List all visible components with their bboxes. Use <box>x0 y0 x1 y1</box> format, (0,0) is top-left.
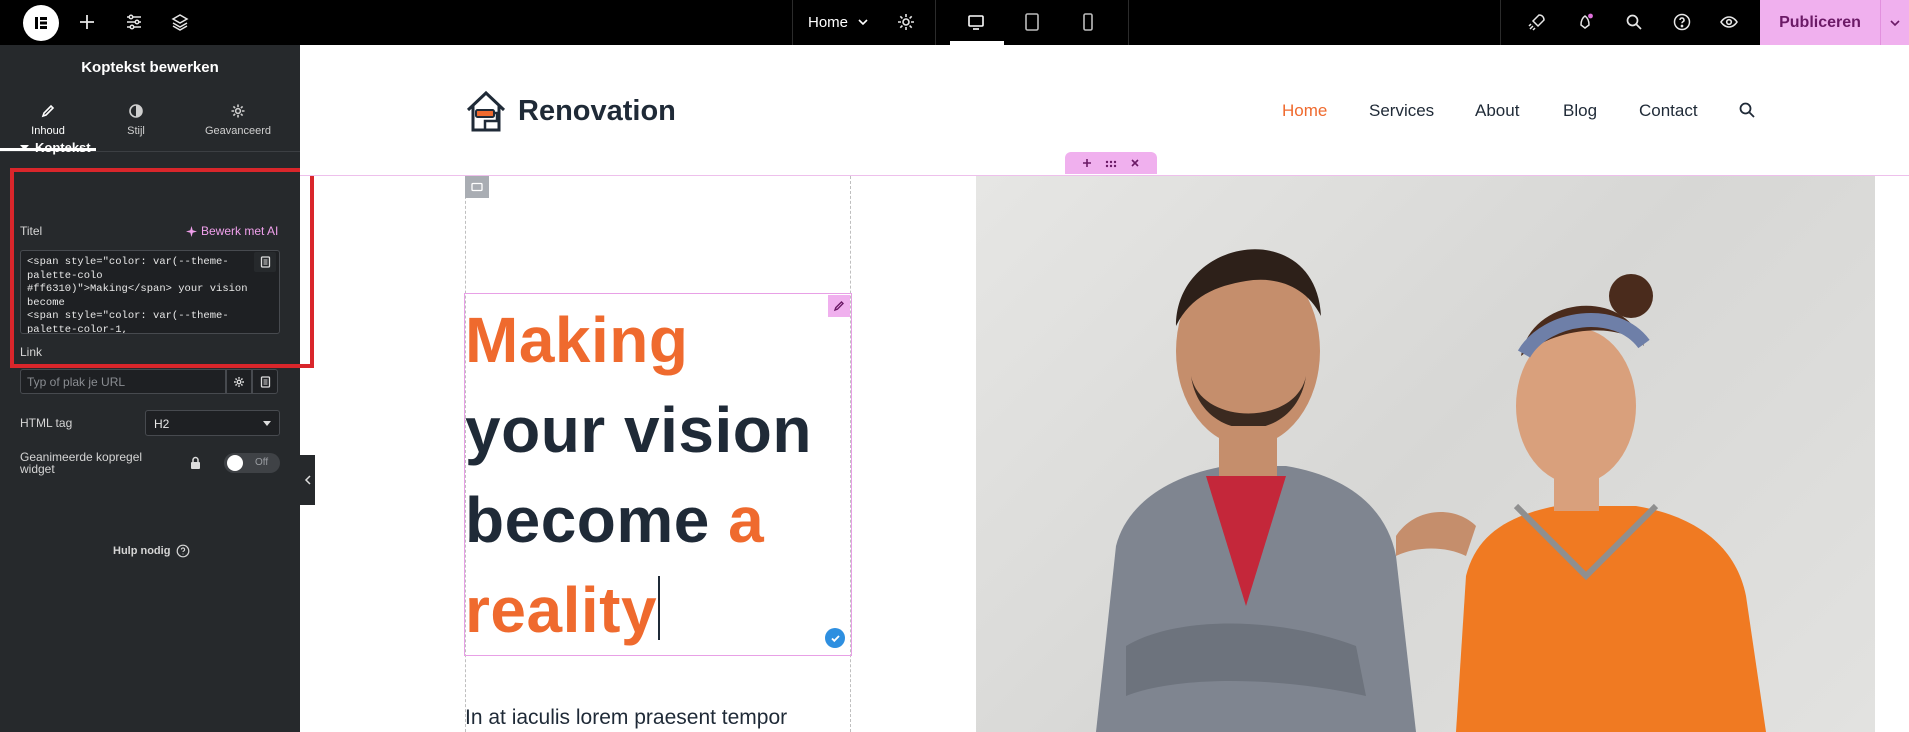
link-settings-gear-icon[interactable] <box>226 369 252 394</box>
edit-widget-pencil-icon[interactable] <box>828 295 850 317</box>
help-link[interactable]: Hulp nodig <box>113 544 190 558</box>
help-icon[interactable] <box>1667 8 1697 36</box>
search-icon[interactable] <box>1738 101 1756 124</box>
tab-style-label: Stijl <box>127 125 145 137</box>
nav-about[interactable]: About <box>1475 101 1519 121</box>
notifications-icon[interactable] <box>1570 8 1600 36</box>
lock-icon <box>189 456 202 475</box>
heading-part-a: a <box>728 484 765 556</box>
animated-headline-label: Geanimeerde kopregel widget <box>20 450 143 476</box>
section-handle <box>1065 152 1157 174</box>
link-dynamic-tags-icon[interactable] <box>252 369 278 394</box>
check-badge-icon <box>825 628 845 648</box>
search-icon[interactable] <box>1619 8 1649 36</box>
html-tag-label: HTML tag <box>20 416 73 430</box>
page-selector[interactable]: Home <box>808 10 870 34</box>
heading-part-vision: your vision <box>465 394 812 466</box>
animated-headline-toggle[interactable]: Off <box>224 453 280 473</box>
panel-collapse-button[interactable] <box>300 455 315 505</box>
house-roller-icon <box>466 90 506 132</box>
heading-part-become: become <box>465 484 729 556</box>
publish-button[interactable]: Publiceren <box>1760 0 1909 45</box>
editor-top-bar: Home Publiceren <box>0 0 1909 45</box>
page-name: Home <box>808 13 849 31</box>
chevron-down-icon <box>858 19 868 26</box>
tab-content-label: Inhoud <box>31 125 65 137</box>
caret-down-icon <box>263 421 271 426</box>
rocket-icon[interactable] <box>1522 8 1552 36</box>
sliders-icon[interactable] <box>119 8 149 36</box>
publish-label: Publiceren <box>1779 13 1861 31</box>
chevron-down-icon[interactable] <box>1881 16 1909 30</box>
annotation-highlight-box <box>10 168 314 368</box>
nav-services[interactable]: Services <box>1369 101 1434 121</box>
nav-blog[interactable]: Blog <box>1563 101 1597 121</box>
pencil-icon <box>0 103 96 119</box>
tablet-icon[interactable] <box>1017 8 1047 36</box>
gear-icon <box>190 103 286 119</box>
caret-down-icon <box>20 145 29 150</box>
plus-icon[interactable] <box>72 8 102 36</box>
toggle-state: Off <box>255 457 269 468</box>
tab-advanced[interactable]: Geavanceerd <box>190 103 286 137</box>
hero-body-text: In at iaculis lorem praesent tempor <box>465 706 788 729</box>
html-tag-select[interactable]: H2 <box>145 410 280 436</box>
nav-contact[interactable]: Contact <box>1639 101 1698 121</box>
half-circle-icon <box>88 103 184 119</box>
tab-style[interactable]: Stijl <box>88 103 184 137</box>
html-tag-value: H2 <box>154 417 170 431</box>
mobile-icon[interactable] <box>1073 8 1103 36</box>
preview-eye-icon[interactable] <box>1714 8 1744 36</box>
desktop-icon[interactable] <box>961 8 991 36</box>
chevron-left-icon <box>304 475 311 485</box>
brand-name: Renovation <box>518 94 676 127</box>
column-handle-icon[interactable] <box>465 176 489 198</box>
toggle-knob <box>227 455 243 471</box>
section-title: Koptekst <box>35 140 91 155</box>
heading-part-reality: reality <box>465 574 658 646</box>
site-logo[interactable]: Renovation <box>464 88 676 134</box>
section-toggle-koptekst[interactable]: Koptekst <box>20 140 91 155</box>
layers-icon[interactable] <box>165 8 195 36</box>
close-section-icon[interactable] <box>1130 155 1140 171</box>
help-circle-icon <box>177 544 190 558</box>
gear-icon[interactable] <box>891 8 921 36</box>
heading-part-making: Making <box>465 304 689 376</box>
hero-heading[interactable]: Making your vision become a reality <box>465 295 855 655</box>
text-cursor <box>658 576 661 640</box>
elementor-logo-icon[interactable] <box>23 5 59 41</box>
tab-content[interactable]: Inhoud <box>0 103 96 137</box>
help-label: Hulp nodig <box>113 545 171 557</box>
hero-photo-workers[interactable] <box>976 176 1875 732</box>
nav-home[interactable]: Home <box>1282 101 1327 121</box>
link-input[interactable]: Typ of plak je URL <box>20 369 226 394</box>
panel-title: Koptekst bewerken <box>81 59 219 76</box>
tab-advanced-label: Geavanceerd <box>204 125 272 137</box>
drag-handle-icon[interactable] <box>1105 155 1117 171</box>
add-section-icon[interactable] <box>1082 155 1092 171</box>
